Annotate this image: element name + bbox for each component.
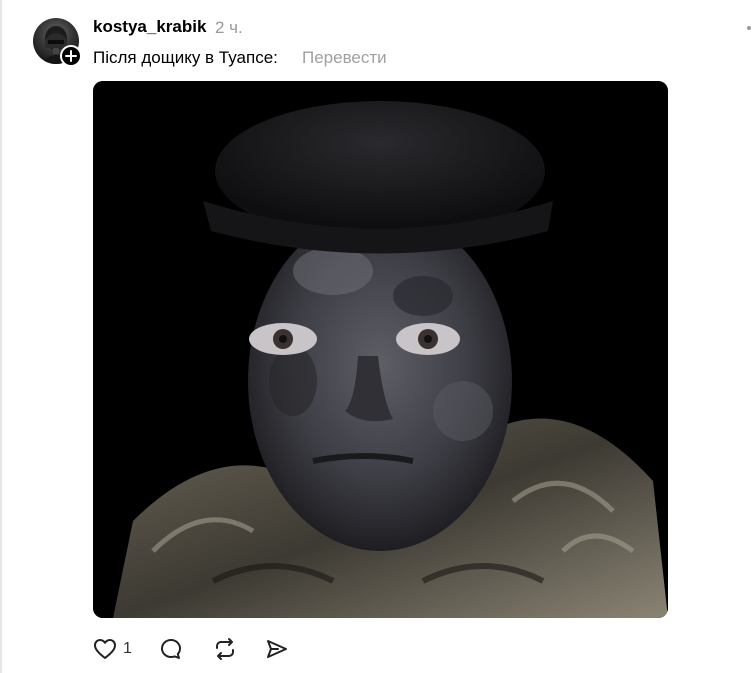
avatar[interactable] bbox=[33, 18, 82, 67]
share-icon bbox=[267, 640, 287, 658]
repost-icon bbox=[216, 638, 234, 660]
heart-icon bbox=[94, 639, 116, 659]
comment-button[interactable] bbox=[159, 636, 183, 662]
plus-icon bbox=[65, 50, 77, 62]
translate-link[interactable]: Перевести bbox=[302, 48, 387, 68]
share-button[interactable] bbox=[265, 636, 289, 662]
feed-left-border bbox=[0, 0, 2, 673]
username-link[interactable]: kostya_krabik bbox=[93, 17, 206, 37]
like-button[interactable]: 1 bbox=[93, 636, 132, 662]
comment-icon bbox=[161, 639, 181, 659]
more-dots-icon[interactable] bbox=[747, 26, 751, 30]
post-timestamp[interactable]: 2 ч. bbox=[215, 18, 243, 38]
post-image[interactable] bbox=[93, 81, 668, 618]
repost-button[interactable] bbox=[213, 636, 237, 662]
follow-button[interactable] bbox=[60, 45, 82, 67]
like-count: 1 bbox=[123, 640, 132, 657]
post-caption: Після дощику в Туапсе: bbox=[93, 48, 278, 67]
